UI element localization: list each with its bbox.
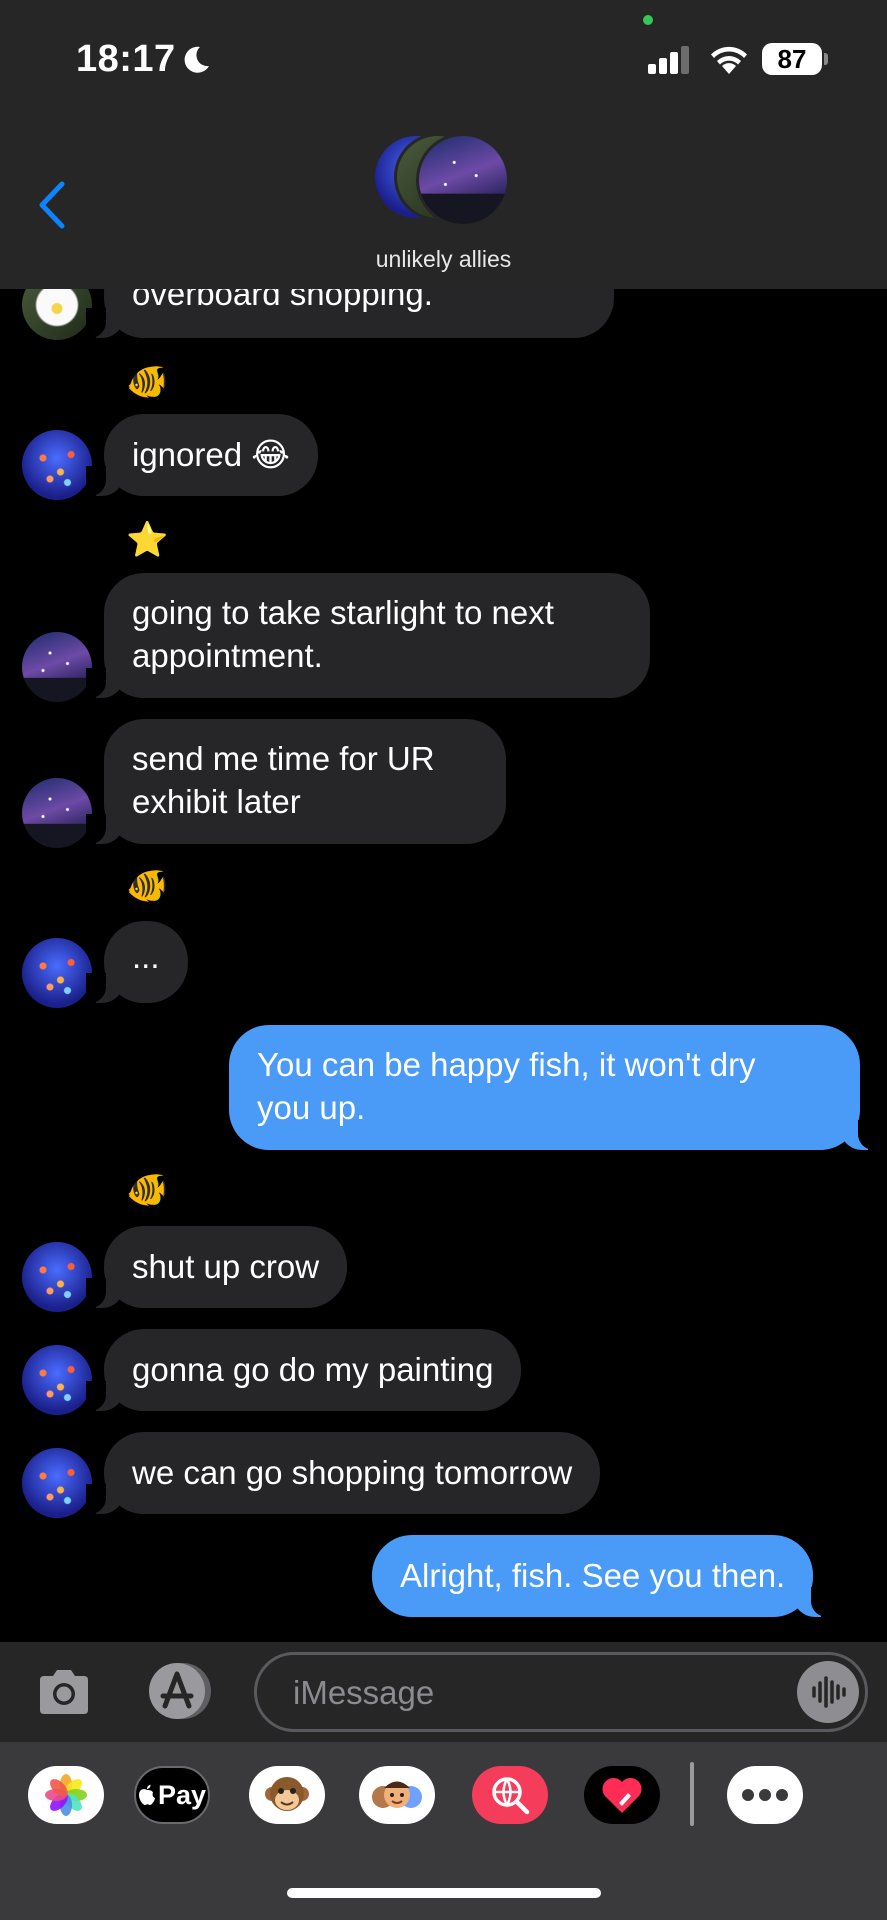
photos-icon bbox=[45, 1774, 87, 1816]
fish-tapback-icon: 🐠 bbox=[126, 1171, 169, 1209]
drawer-divider bbox=[690, 1762, 694, 1826]
memoji-stickers-button[interactable] bbox=[359, 1766, 435, 1824]
image-search-button[interactable] bbox=[472, 1766, 548, 1824]
message-text: Alright, fish. See you then. bbox=[400, 1557, 786, 1594]
apple-logo-icon bbox=[138, 1784, 155, 1805]
camera-icon[interactable] bbox=[36, 1666, 92, 1718]
sender-avatar-fish[interactable] bbox=[22, 1242, 92, 1312]
message-text-line: going to take starlight to next bbox=[132, 594, 554, 631]
fish-tapback-icon: 🐠 bbox=[126, 867, 169, 905]
message-bubble[interactable]: ... bbox=[86, 921, 188, 1003]
heart-icon bbox=[602, 1777, 642, 1813]
apple-pay-button[interactable]: Pay bbox=[134, 1766, 210, 1824]
message-bubble-outgoing[interactable]: Alright, fish. See you then. bbox=[372, 1535, 832, 1617]
message-text-line: You can be happy fish, it won't dry bbox=[257, 1046, 756, 1083]
star-tapback-icon: ⭐ bbox=[126, 521, 169, 559]
message-input-field[interactable] bbox=[254, 1652, 868, 1732]
compose-bar bbox=[0, 1642, 887, 1742]
back-chevron-icon[interactable] bbox=[34, 180, 70, 230]
privacy-indicator-dot bbox=[643, 15, 653, 25]
home-indicator[interactable] bbox=[287, 1888, 601, 1898]
message-bubble[interactable]: ignored 😂 bbox=[86, 414, 318, 496]
message-input[interactable] bbox=[293, 1673, 773, 1713]
sender-avatar-stars[interactable] bbox=[22, 778, 92, 848]
digital-touch-button[interactable] bbox=[584, 1766, 660, 1824]
message-text: gonna go do my painting bbox=[132, 1351, 494, 1388]
monkey-icon bbox=[265, 1777, 309, 1811]
sender-avatar-fish[interactable] bbox=[22, 430, 92, 500]
ellipsis-icon bbox=[742, 1789, 788, 1801]
message-text-line: send me time for UR bbox=[132, 740, 435, 777]
message-bubble[interactable]: shut up crow bbox=[85, 1226, 348, 1308]
app-store-icon[interactable] bbox=[143, 1660, 215, 1722]
animoji-app-button[interactable] bbox=[249, 1766, 325, 1824]
apple-pay-label: Pay bbox=[157, 1779, 207, 1810]
memoji-icon bbox=[372, 1781, 422, 1808]
audio-message-button[interactable] bbox=[797, 1661, 859, 1723]
message-text: we can go shopping tomorrow bbox=[132, 1454, 573, 1491]
sender-avatar-fish[interactable] bbox=[22, 938, 92, 1008]
message-text: shut up crow bbox=[132, 1248, 320, 1285]
waveform-icon bbox=[812, 1676, 846, 1708]
fish-tapback-icon: 🐠 bbox=[126, 363, 169, 401]
message-bubble[interactable]: gonna go do my painting bbox=[85, 1329, 522, 1411]
moon-icon bbox=[184, 46, 209, 73]
battery-tip bbox=[824, 53, 828, 65]
cellular-signal-icon bbox=[648, 46, 692, 74]
group-avatar[interactable] bbox=[372, 133, 514, 231]
sender-avatar-stars[interactable] bbox=[22, 632, 92, 702]
message-bubble-outgoing[interactable]: You can be happy fish, it won't dry you … bbox=[229, 1025, 878, 1150]
message-text-line: appointment. bbox=[132, 637, 323, 674]
status-time: 18:17 bbox=[76, 38, 176, 80]
message-text-line: exhibit later bbox=[132, 783, 301, 820]
sender-avatar-fish[interactable] bbox=[22, 1345, 92, 1415]
message-bubble[interactable]: going to take starlight to next appointm… bbox=[86, 573, 650, 698]
globe-search-icon bbox=[492, 1777, 530, 1815]
photos-app-button[interactable] bbox=[28, 1766, 104, 1824]
more-apps-button[interactable] bbox=[727, 1766, 803, 1824]
message-text: ignored 😂 bbox=[132, 436, 290, 473]
message-text-line: you up. bbox=[257, 1089, 366, 1126]
wifi-icon bbox=[711, 46, 747, 74]
conversation-header: 18:17 87 unlikely allies bbox=[0, 0, 887, 289]
message-bubble[interactable]: send me time for UR exhibit later bbox=[86, 719, 506, 844]
sender-avatar-fish[interactable] bbox=[22, 1448, 92, 1518]
group-avatar-stars bbox=[416, 133, 510, 227]
message-bubble[interactable]: we can go shopping tomorrow bbox=[85, 1432, 601, 1514]
group-name[interactable]: unlikely allies bbox=[0, 246, 887, 273]
message-text: ... bbox=[132, 938, 160, 975]
battery-indicator: 87 bbox=[762, 43, 822, 75]
